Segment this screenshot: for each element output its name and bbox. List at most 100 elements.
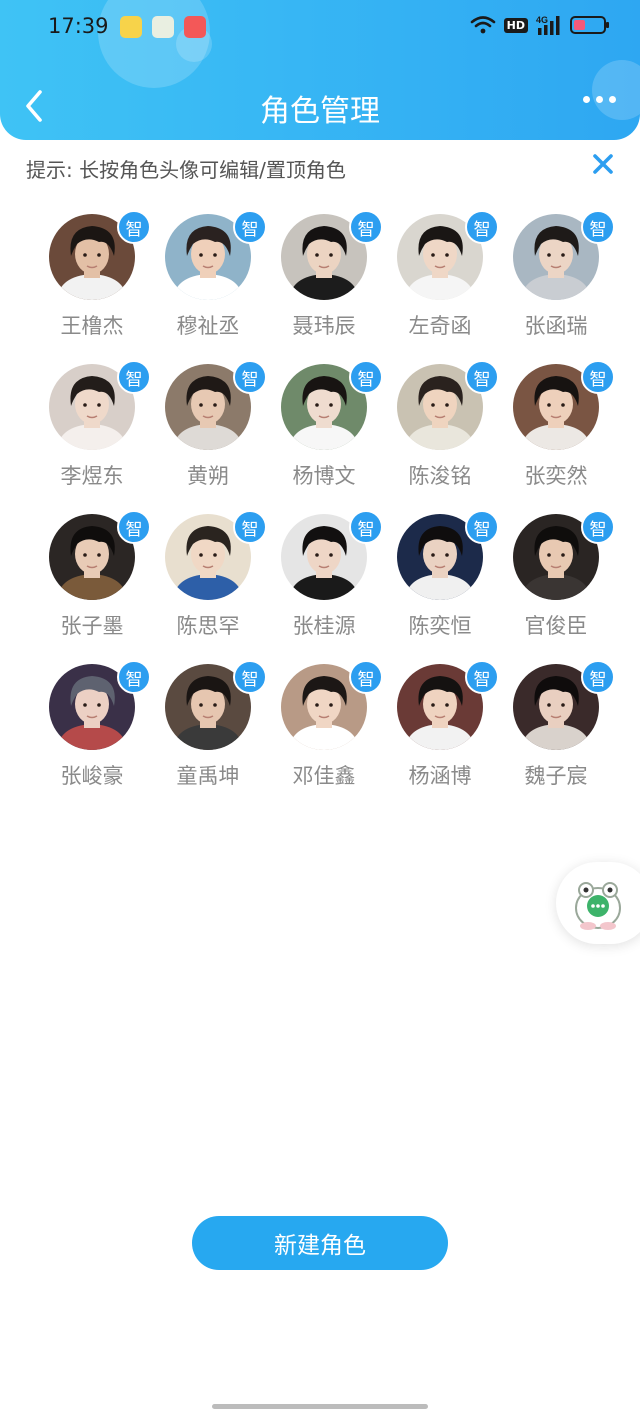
character-avatar-wrapper[interactable]: 智 xyxy=(165,514,251,600)
smart-tag-badge: 智 xyxy=(349,210,383,244)
character-item[interactable]: 智黄朔 xyxy=(150,364,266,490)
character-name: 陈奕恒 xyxy=(409,610,472,640)
status-bar: 17:39 HD 4G xyxy=(0,0,640,56)
smart-tag-badge: 智 xyxy=(117,210,151,244)
smart-tag-badge: 智 xyxy=(117,510,151,544)
character-avatar-wrapper[interactable]: 智 xyxy=(49,664,135,750)
character-name: 陈思罕 xyxy=(177,610,240,640)
character-name: 张奕然 xyxy=(525,460,588,490)
app-notification-icon xyxy=(152,16,174,38)
video-app-icon xyxy=(184,16,206,38)
character-name: 杨博文 xyxy=(293,460,356,490)
smart-tag-badge: 智 xyxy=(233,510,267,544)
character-item[interactable]: 智张子墨 xyxy=(34,514,150,640)
smart-tag-badge: 智 xyxy=(581,510,615,544)
character-avatar-wrapper[interactable]: 智 xyxy=(513,364,599,450)
more-dot xyxy=(583,96,590,103)
smart-tag-badge: 智 xyxy=(465,210,499,244)
character-item[interactable]: 智童禹坤 xyxy=(150,664,266,790)
smart-tag-badge: 智 xyxy=(465,660,499,694)
character-avatar-wrapper[interactable]: 智 xyxy=(513,214,599,300)
character-item[interactable]: 智陈思罕 xyxy=(150,514,266,640)
character-name: 左奇函 xyxy=(409,310,472,340)
character-item[interactable]: 智邓佳鑫 xyxy=(266,664,382,790)
smart-tag-badge: 智 xyxy=(581,660,615,694)
status-time: 17:39 xyxy=(48,14,109,38)
character-name: 李煜东 xyxy=(61,460,124,490)
battery-icon xyxy=(570,16,606,34)
smart-tag-badge: 智 xyxy=(233,210,267,244)
close-icon[interactable] xyxy=(590,151,616,177)
smart-tag-badge: 智 xyxy=(465,510,499,544)
character-item[interactable]: 智张奕然 xyxy=(498,364,614,490)
character-item[interactable]: 智杨博文 xyxy=(266,364,382,490)
character-name: 陈浚铭 xyxy=(409,460,472,490)
character-item[interactable]: 智魏子宸 xyxy=(498,664,614,790)
character-avatar-wrapper[interactable]: 智 xyxy=(281,664,367,750)
character-avatar-wrapper[interactable]: 智 xyxy=(397,364,483,450)
character-name: 张函瑞 xyxy=(525,310,588,340)
character-avatar-wrapper[interactable]: 智 xyxy=(397,664,483,750)
character-grid: 智王橹杰智穆祉丞智聂玮辰智左奇函智张函瑞智李煜东智黄朔智杨博文智陈浚铭智张奕然智… xyxy=(34,214,614,790)
smart-tag-badge: 智 xyxy=(233,660,267,694)
smart-tag-badge: 智 xyxy=(349,360,383,394)
character-name: 黄朔 xyxy=(187,460,229,490)
smart-tag-badge: 智 xyxy=(117,660,151,694)
character-item[interactable]: 智陈奕恒 xyxy=(382,514,498,640)
character-name: 张桂源 xyxy=(293,610,356,640)
character-avatar-wrapper[interactable]: 智 xyxy=(49,214,135,300)
hint-text: 提示: 长按角色头像可编辑/置顶角色 xyxy=(26,154,346,183)
character-avatar-wrapper[interactable]: 智 xyxy=(281,364,367,450)
character-avatar-wrapper[interactable]: 智 xyxy=(513,664,599,750)
character-avatar-wrapper[interactable]: 智 xyxy=(165,664,251,750)
character-item[interactable]: 智陈浚铭 xyxy=(382,364,498,490)
character-name: 官俊臣 xyxy=(525,610,588,640)
character-name: 张子墨 xyxy=(61,610,124,640)
smart-tag-badge: 智 xyxy=(581,360,615,394)
smart-tag-badge: 智 xyxy=(233,360,267,394)
more-dot xyxy=(596,96,603,103)
smart-tag-badge: 智 xyxy=(349,510,383,544)
character-name: 杨涵博 xyxy=(409,760,472,790)
character-avatar-wrapper[interactable]: 智 xyxy=(397,514,483,600)
header-bar: 17:39 HD 4G 角色管理 xyxy=(0,0,640,140)
smart-tag-badge: 智 xyxy=(349,660,383,694)
frog-mascot-icon xyxy=(570,874,626,934)
character-name: 穆祉丞 xyxy=(177,310,240,340)
character-avatar-wrapper[interactable]: 智 xyxy=(281,214,367,300)
character-item[interactable]: 智官俊臣 xyxy=(498,514,614,640)
network-type-label: 4G xyxy=(536,15,548,25)
character-name: 王橹杰 xyxy=(61,310,124,340)
character-item[interactable]: 智张函瑞 xyxy=(498,214,614,340)
character-avatar-wrapper[interactable]: 智 xyxy=(165,214,251,300)
character-name: 张峻豪 xyxy=(61,760,124,790)
smart-tag-badge: 智 xyxy=(117,360,151,394)
smart-tag-badge: 智 xyxy=(581,210,615,244)
character-avatar-wrapper[interactable]: 智 xyxy=(165,364,251,450)
character-item[interactable]: 智左奇函 xyxy=(382,214,498,340)
wifi-icon xyxy=(470,15,496,35)
character-avatar-wrapper[interactable]: 智 xyxy=(49,364,135,450)
home-indicator[interactable] xyxy=(212,1404,428,1409)
character-avatar-wrapper[interactable]: 智 xyxy=(281,514,367,600)
character-item[interactable]: 智穆祉丞 xyxy=(150,214,266,340)
character-avatar-wrapper[interactable]: 智 xyxy=(397,214,483,300)
character-item[interactable]: 智李煜东 xyxy=(34,364,150,490)
new-character-button[interactable]: 新建角色 xyxy=(192,1216,448,1270)
character-item[interactable]: 智杨涵博 xyxy=(382,664,498,790)
floating-assistant-button[interactable] xyxy=(556,862,640,944)
app-notification-icon xyxy=(120,16,142,38)
character-name: 魏子宸 xyxy=(525,760,588,790)
character-name: 童禹坤 xyxy=(177,760,240,790)
character-item[interactable]: 智张峻豪 xyxy=(34,664,150,790)
character-item[interactable]: 智王橹杰 xyxy=(34,214,150,340)
character-avatar-wrapper[interactable]: 智 xyxy=(513,514,599,600)
character-name: 邓佳鑫 xyxy=(293,760,356,790)
page-title: 角色管理 xyxy=(0,86,640,130)
hd-badge: HD xyxy=(504,18,528,33)
more-options-button[interactable] xyxy=(583,96,616,103)
character-avatar-wrapper[interactable]: 智 xyxy=(49,514,135,600)
signal-icon: 4G xyxy=(536,14,562,36)
character-item[interactable]: 智聂玮辰 xyxy=(266,214,382,340)
character-item[interactable]: 智张桂源 xyxy=(266,514,382,640)
